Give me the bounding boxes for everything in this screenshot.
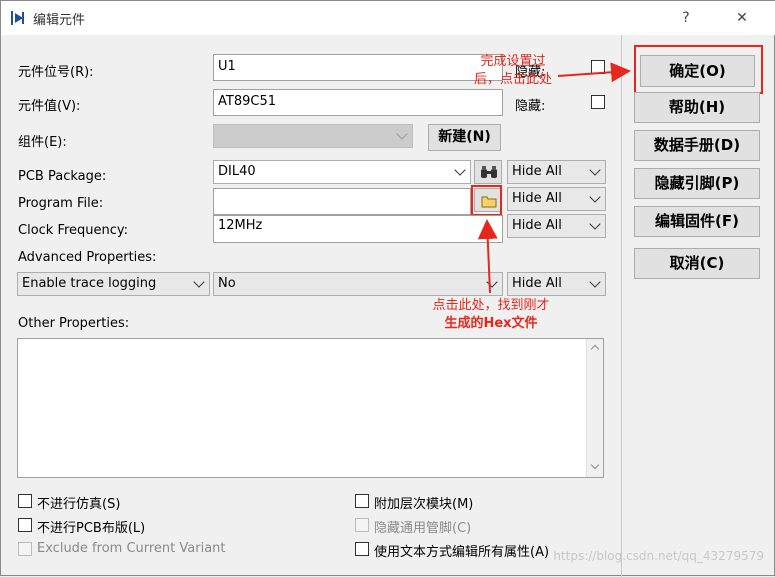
edit-firmware-button[interactable]: 编辑固件(F) xyxy=(634,206,760,237)
clock-frequency-input[interactable]: 12MHz xyxy=(213,215,503,243)
pcb-hide-value: Hide All xyxy=(512,164,562,179)
chevron-down-icon xyxy=(396,128,408,140)
program-hide-select[interactable]: Hide All xyxy=(507,187,606,211)
help-question-button[interactable]: ? xyxy=(663,5,709,31)
chevron-down-icon xyxy=(589,276,601,288)
clock-frequency-label: Clock Frequency: xyxy=(18,223,129,238)
hide-pins-checkbox xyxy=(355,518,369,532)
no-sim-label: 不进行仿真(S) xyxy=(37,497,121,512)
vertical-scrollbar[interactable] xyxy=(586,339,603,477)
ref-hidden-checkbox[interactable] xyxy=(591,60,605,74)
no-pcb-checkbox[interactable] xyxy=(18,518,32,532)
ok-button[interactable]: 确定(O) xyxy=(640,55,755,87)
pcb-browse-button[interactable] xyxy=(474,160,502,184)
close-button[interactable]: ✕ xyxy=(719,5,765,31)
chevron-down-icon xyxy=(454,164,466,176)
exclude-variant-label: Exclude from Current Variant xyxy=(37,541,226,556)
program-file-highlight xyxy=(471,185,502,216)
hidden-pins-button[interactable]: 隐藏引脚(P) xyxy=(634,168,760,199)
chevron-down-icon xyxy=(589,218,601,230)
clock-hide-value: Hide All xyxy=(512,218,562,233)
annotation-ok: 完成设置过 后，点击此处 xyxy=(467,53,559,89)
no-pcb-label: 不进行PCB布版(L) xyxy=(37,521,146,536)
datasheet-button[interactable]: 数据手册(D) xyxy=(634,130,760,161)
component-icon xyxy=(11,11,24,25)
annotation-ok-line1: 完成设置过 xyxy=(480,54,546,69)
pcb-package-value: DIL40 xyxy=(218,164,256,179)
group-label: 组件(E): xyxy=(18,135,67,150)
exclude-variant-checkbox xyxy=(18,542,32,556)
other-properties-label: Other Properties: xyxy=(18,316,130,331)
program-hide-value: Hide All xyxy=(512,191,562,206)
program-file-label: Program File: xyxy=(18,196,104,211)
clock-hide-select[interactable]: Hide All xyxy=(507,214,606,238)
new-button[interactable]: 新建(N) xyxy=(428,124,501,151)
annotation-hex-line2: 生成的Hex文件 xyxy=(444,316,538,331)
help-button[interactable]: 帮助(H) xyxy=(634,92,760,123)
edit-text-label: 使用文本方式编辑所有属性(A) xyxy=(374,545,550,560)
watermark: https://blog.csdn.net/qq_43279579 xyxy=(553,549,764,563)
advanced-value-select[interactable]: No xyxy=(213,272,503,296)
ref-input[interactable]: U1 xyxy=(213,54,503,81)
attach-hierarchy-label: 附加层次模块(M) xyxy=(374,497,474,512)
chevron-down-icon xyxy=(589,164,601,176)
advanced-value-text: No xyxy=(218,276,236,291)
other-properties-textarea[interactable] xyxy=(17,338,604,478)
chevron-down-icon xyxy=(589,191,601,203)
scroll-up-icon[interactable] xyxy=(590,344,600,354)
edit-text-checkbox[interactable] xyxy=(355,542,369,556)
scroll-down-icon[interactable] xyxy=(590,460,600,470)
chevron-down-icon xyxy=(486,276,498,288)
value-input[interactable]: AT89C51 xyxy=(213,89,503,116)
program-file-input[interactable] xyxy=(213,188,471,215)
chevron-down-icon xyxy=(193,276,205,288)
title-bar: 编辑元件 ? ✕ xyxy=(1,1,775,35)
annotation-hex-line1: 点击此处，找到刚才 xyxy=(432,298,550,313)
value-hidden-label: 隐藏: xyxy=(515,99,546,114)
hide-pins-label: 隐藏通用管脚(C) xyxy=(374,521,472,536)
advanced-property-select[interactable]: Enable trace logging xyxy=(17,272,210,296)
attach-hierarchy-checkbox[interactable] xyxy=(355,494,369,508)
no-sim-checkbox[interactable] xyxy=(18,494,32,508)
pcb-package-label: PCB Package: xyxy=(18,169,107,184)
annotation-hex: 点击此处，找到刚才 生成的Hex文件 xyxy=(411,297,571,333)
edit-component-dialog: 编辑元件 ? ✕ 元件位号(R): U1 隐藏: 元件值(V): AT89C51… xyxy=(0,0,775,577)
advanced-properties-label: Advanced Properties: xyxy=(18,250,157,265)
advanced-property-value: Enable trace logging xyxy=(22,276,157,291)
value-hidden-checkbox[interactable] xyxy=(591,95,605,109)
pcb-package-select[interactable]: DIL40 xyxy=(213,160,471,184)
advanced-hide-select[interactable]: Hide All xyxy=(507,272,606,296)
group-select xyxy=(213,124,413,148)
pcb-hide-select[interactable]: Hide All xyxy=(507,160,606,184)
cancel-button[interactable]: 取消(C) xyxy=(634,248,760,279)
window-title: 编辑元件 xyxy=(33,13,86,28)
ref-label: 元件位号(R): xyxy=(18,65,94,80)
binoculars-icon xyxy=(481,166,497,178)
value-label: 元件值(V): xyxy=(18,99,81,114)
panel-divider xyxy=(621,35,622,577)
annotation-ok-line2: 后，点击此处 xyxy=(473,72,552,87)
advanced-hide-value: Hide All xyxy=(512,276,562,291)
